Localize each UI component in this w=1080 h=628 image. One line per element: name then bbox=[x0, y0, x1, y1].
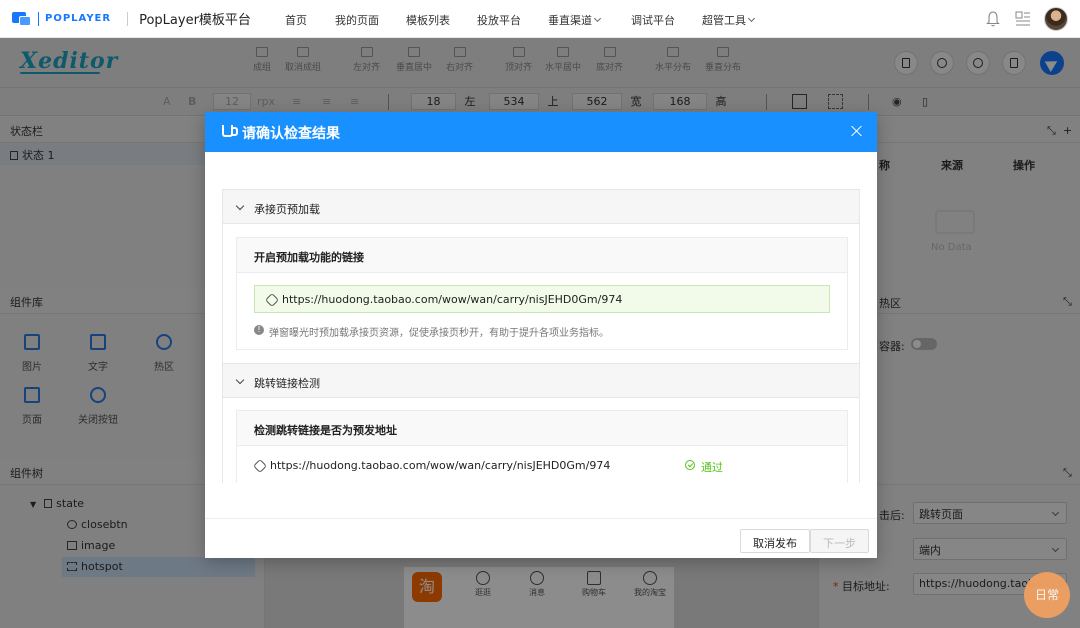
top-navigation: POPLAYER PopLayer模板平台 首页 我的页面 模板列表 投放平台 … bbox=[0, 0, 1080, 38]
layout-grid-icon[interactable] bbox=[1015, 11, 1031, 27]
brand[interactable]: POPLAYER PopLayer模板平台 bbox=[12, 9, 251, 28]
dialog-body: 承接页预加载 开启预加载功能的链接 https://huodong.taobao… bbox=[222, 189, 860, 483]
next-step-button[interactable]: 下一步 bbox=[810, 529, 869, 553]
nav-debug-platform[interactable]: 调试平台 bbox=[631, 12, 675, 28]
redirect-card-title: 检测跳转链接是否为预发地址 bbox=[237, 411, 847, 446]
preload-card: 开启预加载功能的链接 https://huodong.taobao.com/wo… bbox=[236, 237, 848, 350]
user-avatar[interactable] bbox=[1044, 7, 1068, 31]
nav-vertical-channel[interactable]: 垂直渠道 bbox=[548, 12, 602, 28]
dialog-footer: 取消发布 下一步 bbox=[205, 518, 877, 558]
dialog-title: 请确认检查结果 bbox=[242, 126, 340, 142]
platform-name: PopLayer模板平台 bbox=[139, 13, 251, 28]
link-icon bbox=[252, 458, 268, 474]
daily-env-button[interactable]: 日常 bbox=[1024, 572, 1070, 618]
brand-name: POPLAYER bbox=[45, 13, 112, 24]
nav-admin-tools[interactable]: 超管工具 bbox=[702, 12, 756, 28]
chevron-down-icon bbox=[235, 375, 245, 385]
close-icon[interactable] bbox=[850, 124, 864, 138]
redirect-card: 检测跳转链接是否为预发地址 https://huodong.taobao.com… bbox=[236, 410, 848, 483]
chevron-down-icon bbox=[747, 14, 756, 23]
cup-icon bbox=[222, 125, 238, 137]
preload-url: https://huodong.taobao.com/wow/wan/carry… bbox=[254, 285, 830, 313]
section-redirect-header[interactable]: 跳转链接检测 bbox=[222, 363, 860, 398]
redirect-status: 通过 bbox=[685, 459, 723, 475]
nav-my-pages[interactable]: 我的页面 bbox=[335, 12, 379, 28]
nav-delivery-platform[interactable]: 投放平台 bbox=[477, 12, 521, 28]
redirect-url: https://huodong.taobao.com/wow/wan/carry… bbox=[252, 458, 610, 474]
nav-admin-tools-label: 超管工具 bbox=[702, 14, 746, 27]
preload-hint: ! 弹窗曝光时预加载承接页资源，促使承接页秒开，有助于提升各项业务指标。 bbox=[254, 324, 609, 339]
preload-card-title: 开启预加载功能的链接 bbox=[237, 238, 847, 273]
info-icon: ! bbox=[254, 325, 264, 335]
section-preload-title: 承接页预加载 bbox=[254, 203, 320, 216]
section-redirect-title: 跳转链接检测 bbox=[254, 377, 320, 390]
cancel-publish-button[interactable]: 取消发布 bbox=[740, 529, 810, 553]
dialog-header: 请确认检查结果 bbox=[205, 112, 877, 152]
link-icon bbox=[264, 292, 280, 308]
nav-template-list[interactable]: 模板列表 bbox=[406, 12, 450, 28]
bell-icon[interactable] bbox=[986, 11, 1000, 27]
chevron-down-icon bbox=[235, 201, 245, 211]
nav-vertical-channel-label: 垂直渠道 bbox=[548, 14, 592, 27]
chevron-down-icon bbox=[593, 14, 602, 23]
nav-home[interactable]: 首页 bbox=[285, 12, 307, 28]
confirm-check-dialog: 请确认检查结果 承接页预加载 开启预加载功能的链接 https://huodon… bbox=[205, 112, 877, 558]
poplayer-logo-icon bbox=[12, 11, 34, 26]
check-circle-icon bbox=[685, 460, 695, 470]
section-preload-header[interactable]: 承接页预加载 bbox=[222, 189, 860, 224]
